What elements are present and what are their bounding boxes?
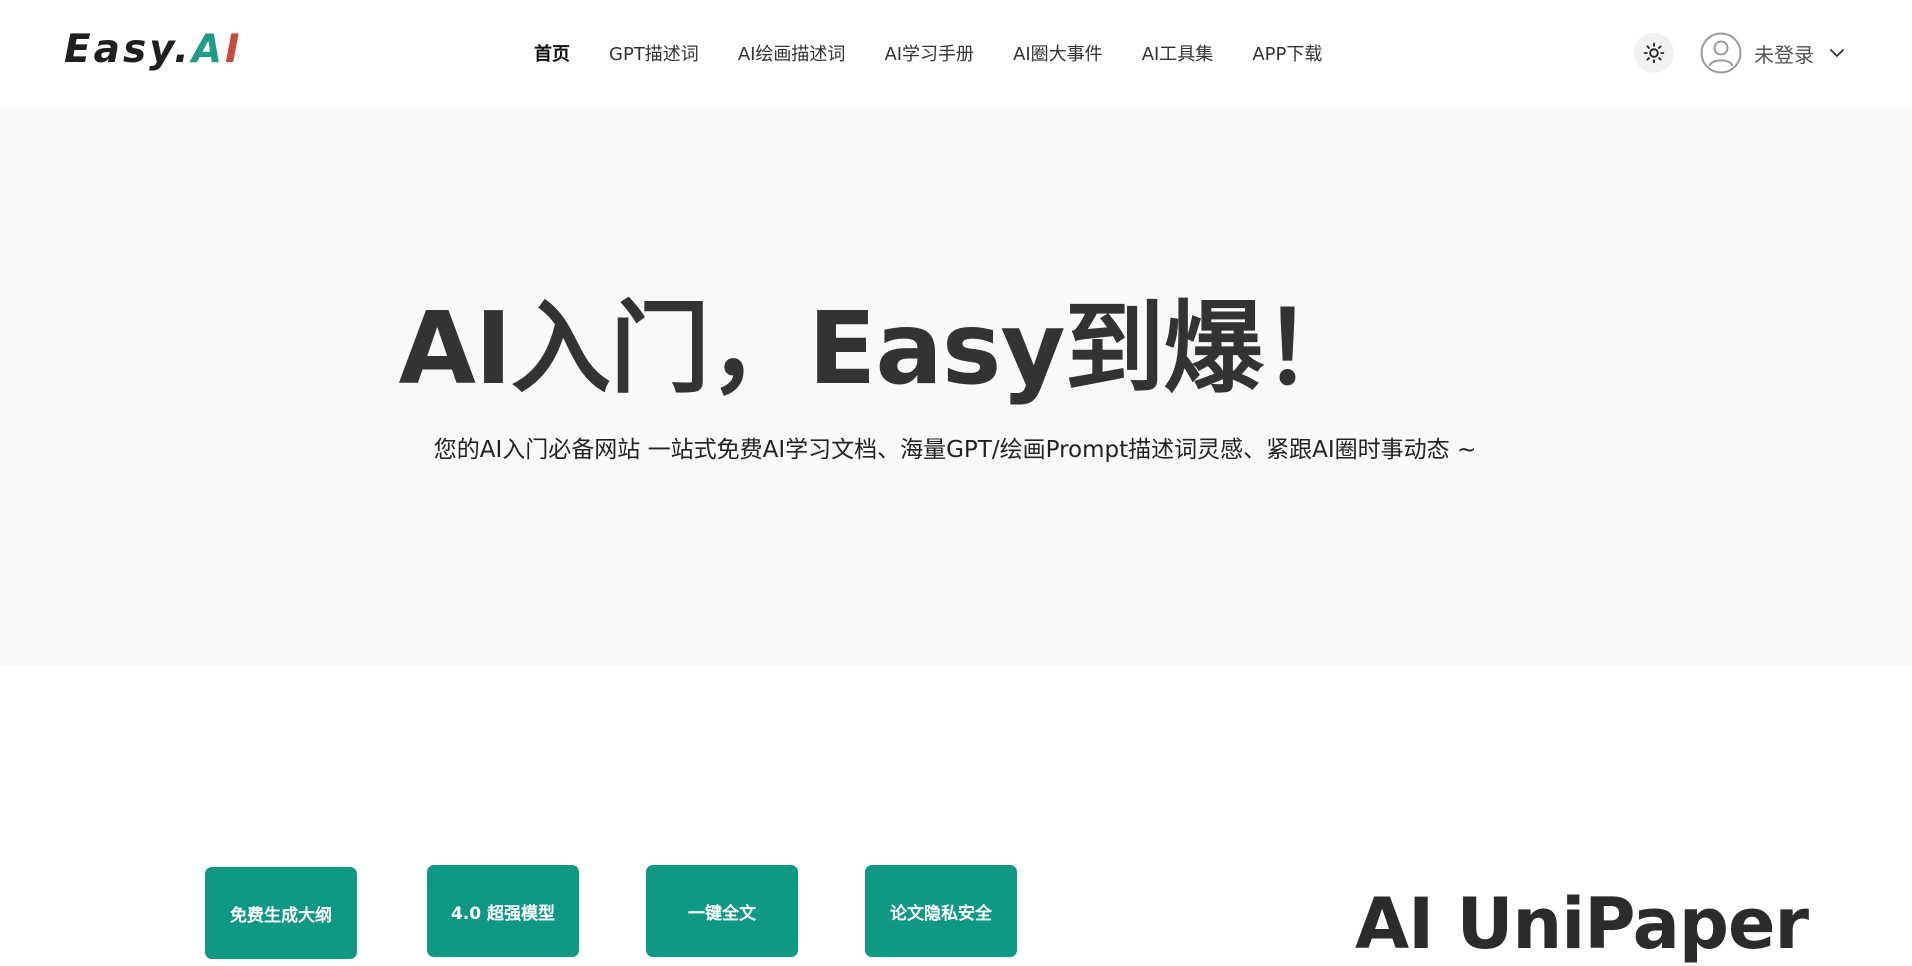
nav-item-gpt-prompts[interactable]: GPT描述词 <box>609 40 699 70</box>
free-outline-button[interactable]: 免费生成大纲 <box>205 867 357 959</box>
login-status-label: 未登录 <box>1754 42 1814 67</box>
nav-item-ai-tools[interactable]: AI工具集 <box>1142 40 1214 70</box>
nav-item-home[interactable]: 首页 <box>534 40 570 70</box>
hero-section: AI入门，Easy到爆！ 您的AI入门必备网站 一站式免费AI学习文档、海量GP… <box>0 107 1912 665</box>
site-logo[interactable]: Easy.AI <box>64 28 243 72</box>
nav-item-ai-handbook[interactable]: AI学习手册 <box>884 40 974 70</box>
paper-privacy-button[interactable]: 论文隐私安全 <box>865 865 1017 957</box>
user-avatar-icon <box>1700 32 1742 74</box>
logo-text-i: I <box>225 27 243 72</box>
product-title: AI UniPaper <box>1355 883 1809 965</box>
nav-item-app-download[interactable]: APP下载 <box>1252 40 1322 70</box>
chevron-down-icon <box>1830 49 1844 57</box>
user-menu[interactable]: 未登录 <box>1700 30 1846 76</box>
sun-icon <box>1643 42 1665 64</box>
main-nav: 首页 GPT描述词 AI绘画描述词 AI学习手册 AI圈大事件 AI工具集 AP… <box>534 40 1322 70</box>
logo-text-a: A <box>191 27 226 72</box>
theme-toggle-button[interactable] <box>1634 33 1674 73</box>
logo-text-main: Easy. <box>64 27 192 72</box>
gpt4-model-button[interactable]: 4.0 超强模型 <box>427 865 579 957</box>
nav-item-ai-art-prompts[interactable]: AI绘画描述词 <box>738 40 846 70</box>
hero-subtitle: 您的AI入门必备网站 一站式免费AI学习文档、海量GPT/绘画Prompt描述词… <box>433 437 1477 463</box>
hero-title: AI入门，Easy到爆！ <box>398 290 1362 407</box>
top-header: Easy.AI 首页 GPT描述词 AI绘画描述词 AI学习手册 AI圈大事件 … <box>0 0 1912 107</box>
one-click-fulltext-button[interactable]: 一键全文 <box>646 865 798 957</box>
nav-item-ai-events[interactable]: AI圈大事件 <box>1013 40 1103 70</box>
